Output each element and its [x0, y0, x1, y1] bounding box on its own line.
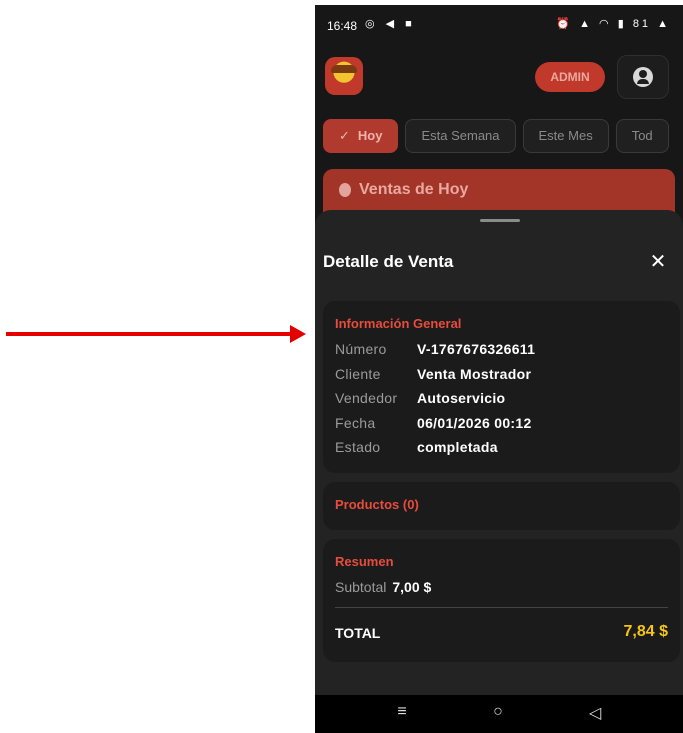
products-card[interactable]: Productos (0)	[323, 482, 680, 530]
system-nav-bar: ≡ ○ ◁	[315, 695, 683, 733]
sombrero-icon	[331, 65, 357, 73]
filter-chip-esta-semana[interactable]: Esta Semana	[405, 119, 516, 153]
info-key: Estado	[335, 439, 381, 455]
sale-detail-sheet: Detalle de Venta ✕ Información General N…	[315, 210, 683, 700]
summary-card: Resumen Subtotal 7,00 $ TOTAL 7,84 $	[323, 539, 680, 662]
sales-icon	[339, 183, 351, 197]
profile-button[interactable]	[617, 55, 669, 99]
filter-chip-todo[interactable]: Tod	[615, 119, 669, 153]
back-icon[interactable]: ◁	[580, 703, 610, 723]
info-key: Fecha	[335, 415, 376, 431]
status-time: 16:48	[327, 19, 358, 33]
info-key: Cliente	[335, 366, 381, 382]
period-filters: ✓ Hoy Esta Semana Este Mes Tod	[323, 119, 683, 153]
home-icon[interactable]: ○	[483, 703, 513, 721]
app-bar: ADMIN	[315, 49, 683, 103]
filter-chip-hoy[interactable]: ✓ Hoy	[323, 119, 399, 153]
subtotal-value: 7,00 $	[392, 579, 432, 595]
general-info-title: Información General	[335, 316, 462, 331]
subtotal-row: Subtotal 7,00 $	[335, 579, 431, 595]
total-value: 7,84 $	[623, 623, 668, 640]
products-title: Productos (0)	[335, 497, 419, 512]
drag-handle[interactable]	[480, 219, 520, 222]
notification-icons: ◎ ◀ ■	[365, 18, 416, 30]
system-icons: ⏰ ▲ ◠ ▮ 81 ▲	[556, 18, 671, 30]
info-value: V-1767676326611	[417, 341, 536, 357]
info-key: Vendedor	[335, 390, 398, 406]
info-value: Autoservicio	[417, 390, 506, 406]
menu-icon[interactable]: ≡	[387, 703, 417, 721]
filter-label: Este Mes	[538, 128, 593, 143]
check-icon: ✓	[339, 128, 350, 143]
info-key: Número	[335, 341, 387, 357]
admin-badge[interactable]: ADMIN	[535, 62, 605, 92]
summary-title: Resumen	[335, 554, 394, 569]
info-value: Venta Mostrador	[417, 366, 532, 382]
info-value: completada	[417, 439, 498, 455]
close-button[interactable]: ✕	[646, 250, 670, 274]
phone-screen: 16:48 ◎ ◀ ■ ⏰ ▲ ◠ ▮ 81 ▲ ADMIN ✓ Hoy Esta …	[315, 5, 683, 733]
total-label: TOTAL	[335, 625, 381, 641]
sales-card-title: Ventas de Hoy	[359, 181, 469, 198]
sheet-title: Detalle de Venta	[323, 252, 454, 271]
account-icon	[633, 67, 653, 87]
filter-label: Esta Semana	[421, 128, 500, 143]
summary-divider	[335, 607, 668, 608]
app-logo[interactable]	[325, 57, 363, 95]
filter-chip-este-mes[interactable]: Este Mes	[522, 119, 609, 153]
annotation-arrow	[6, 325, 306, 343]
general-info-card: Información General Número V-17676763266…	[323, 301, 680, 473]
filter-label: Tod	[631, 128, 653, 143]
status-bar: 16:48 ◎ ◀ ■ ⏰ ▲ ◠ ▮ 81 ▲	[315, 5, 683, 45]
filter-label: Hoy	[357, 128, 383, 143]
info-value: 06/01/2026 00:12	[417, 415, 532, 431]
subtotal-label: Subtotal	[335, 579, 387, 595]
